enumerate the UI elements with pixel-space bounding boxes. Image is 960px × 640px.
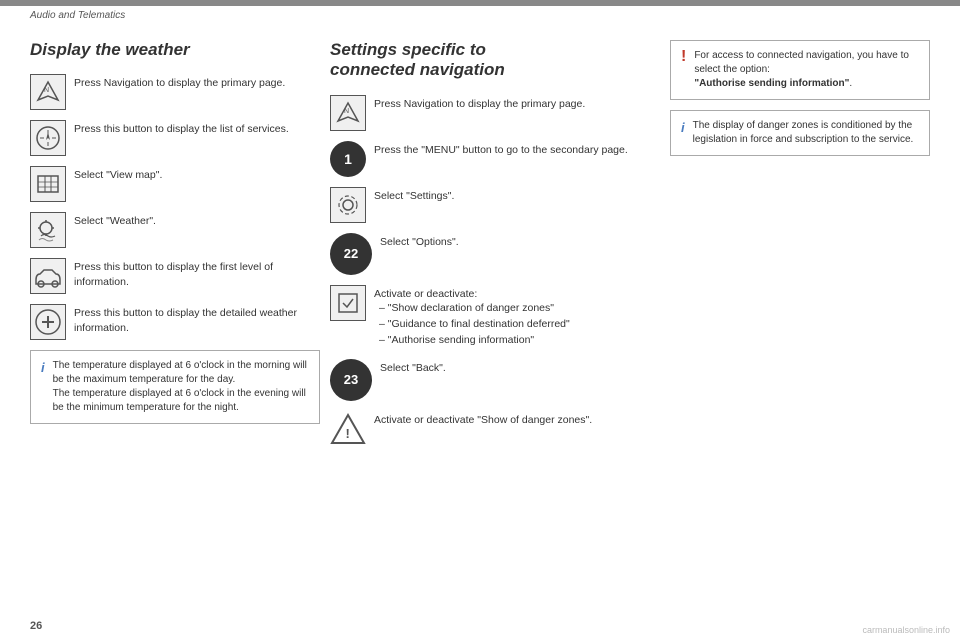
step-text: Select "Weather". <box>74 212 320 229</box>
step-text: Press Navigation to display the primary … <box>374 95 650 112</box>
step-row: Activate or deactivate: "Show declaratio… <box>330 285 650 349</box>
step-row: N Press Navigation to display the primar… <box>330 95 650 131</box>
info-box-temperature: i The temperature displayed at 6 o'clock… <box>30 350 320 424</box>
svg-text:N: N <box>344 108 349 115</box>
step-text: Select "Settings". <box>374 187 650 204</box>
step-row: 22 Select "Options". <box>330 233 650 275</box>
step-text: Select "Back". <box>380 359 650 376</box>
svg-text:!: ! <box>346 426 350 441</box>
page-header: Audio and Telematics <box>30 10 125 21</box>
list-item: "Authorise sending information" <box>379 333 650 349</box>
svg-text:N: N <box>44 87 49 94</box>
weather-svg <box>34 216 62 244</box>
nav-icon: N <box>330 95 366 131</box>
warning-text: For access to connected navigation, you … <box>694 49 919 91</box>
checkbox-svg <box>334 289 362 317</box>
list-item: "Guidance to final destination deferred" <box>379 317 650 333</box>
left-section-title: Display the weather <box>30 40 320 60</box>
middle-section-title: Settings specific to connected navigatio… <box>330 40 650 81</box>
info-icon: i <box>681 120 685 135</box>
top-bar <box>0 0 960 6</box>
navigation-svg: N <box>334 99 362 127</box>
weather-icon <box>30 212 66 248</box>
plus-icon <box>30 304 66 340</box>
navigation-svg: N <box>34 78 62 106</box>
step-text: Activate or deactivate: "Show declaratio… <box>374 285 650 349</box>
warning-icon: ! <box>681 49 686 65</box>
checkbox-icon <box>330 285 366 321</box>
page-number: 26 <box>30 620 42 632</box>
step-row: Select "Settings". <box>330 187 650 223</box>
header-title: Audio and Telematics <box>30 10 125 21</box>
info-box-text: The display of danger zones is condition… <box>693 119 919 147</box>
step-text: Select "Options". <box>380 233 650 250</box>
warning-box: ! For access to connected navigation, yo… <box>670 40 930 100</box>
compass-svg <box>34 124 62 152</box>
left-column: Display the weather N Press Navigation t… <box>30 40 320 610</box>
car-icon <box>30 258 66 294</box>
circle-num-1: 1 <box>330 141 366 177</box>
step-row: N Press Navigation to display the primar… <box>30 74 320 110</box>
info-icon: i <box>41 360 45 375</box>
step-text: Press Navigation to display the primary … <box>74 74 320 91</box>
plus-svg <box>34 308 62 336</box>
step-row: 1 Press the "MENU" button to go to the s… <box>330 141 650 177</box>
circle-num-22: 22 <box>330 233 372 275</box>
nav-icon: N <box>30 74 66 110</box>
step-text: Press this button to display the detaile… <box>74 304 320 335</box>
step-text: Activate or deactivate "Show of danger z… <box>374 411 650 428</box>
step-text: Press the "MENU" button to go to the sec… <box>374 141 650 158</box>
list-item: "Show declaration of danger zones" <box>379 301 650 317</box>
right-column: ! For access to connected navigation, yo… <box>670 40 930 610</box>
circle-num-23: 23 <box>330 359 372 401</box>
step-text: Press this button to display the list of… <box>74 120 320 137</box>
step-row: ! Activate or deactivate "Show of danger… <box>330 411 650 447</box>
triangle-svg: ! <box>330 411 366 447</box>
step-row: 23 Select "Back". <box>330 359 650 401</box>
gear-svg <box>334 191 362 219</box>
bullet-list: "Show declaration of danger zones" "Guid… <box>374 301 650 348</box>
car-svg <box>32 262 64 290</box>
info-box-danger-zones: i The display of danger zones is conditi… <box>670 110 930 156</box>
middle-column: Settings specific to connected navigatio… <box>330 40 650 610</box>
step-text: Press this button to display the first l… <box>74 258 320 289</box>
warning-triangle-icon: ! <box>330 411 366 447</box>
map-svg <box>34 170 62 198</box>
step-row: Press this button to display the detaile… <box>30 304 320 340</box>
step-row: Select "Weather". <box>30 212 320 248</box>
gear-icon <box>330 187 366 223</box>
map-icon <box>30 166 66 202</box>
step-row: Press this button to display the first l… <box>30 258 320 294</box>
main-content: Display the weather N Press Navigation t… <box>0 30 960 620</box>
list-icon <box>30 120 66 156</box>
step-text: Select "View map". <box>74 166 320 183</box>
info-box-text: The temperature displayed at 6 o'clock i… <box>53 359 309 415</box>
watermark: carmanualsonline.info <box>862 625 950 635</box>
step-row: Select "View map". <box>30 166 320 202</box>
step-row: Press this button to display the list of… <box>30 120 320 156</box>
